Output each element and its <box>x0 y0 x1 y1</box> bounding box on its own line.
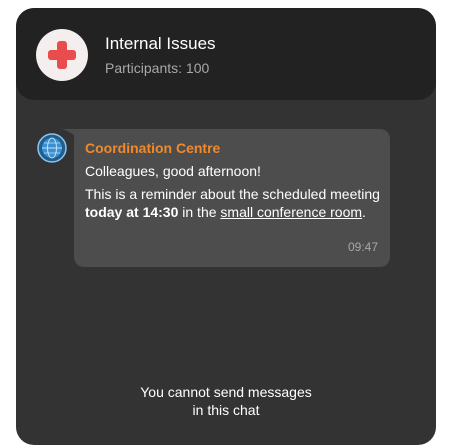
message-bold-time: today at 14:30 <box>85 204 179 220</box>
message-text: This is a reminder about the scheduled m… <box>85 185 381 221</box>
message-text-start: This is a reminder about the scheduled m… <box>85 186 380 202</box>
chat-avatar[interactable] <box>36 29 88 81</box>
chat-window: Internal Issues Participants: 100 Coordi… <box>16 8 436 445</box>
message-bubble[interactable]: Coordination Centre Colleagues, good aft… <box>74 129 390 267</box>
room-link[interactable]: small conference room <box>220 204 362 220</box>
message-time: 09:47 <box>347 240 378 254</box>
red-cross-icon <box>48 41 76 69</box>
chat-title: Internal Issues <box>105 34 216 53</box>
sender-name[interactable]: Coordination Centre <box>85 140 220 156</box>
read-only-notice: You cannot send messages in this chat <box>16 383 436 419</box>
read-only-notice-line2: in this chat <box>192 402 260 418</box>
message-greeting: Colleagues, good afternoon! <box>85 163 261 179</box>
message-text-middle: in the <box>178 204 221 220</box>
message-text-end: . <box>362 204 366 220</box>
participants-count: Participants: 100 <box>105 60 210 76</box>
read-only-notice-line1: You cannot send messages <box>140 384 312 400</box>
chat-header[interactable]: Internal Issues Participants: 100 <box>16 8 436 100</box>
